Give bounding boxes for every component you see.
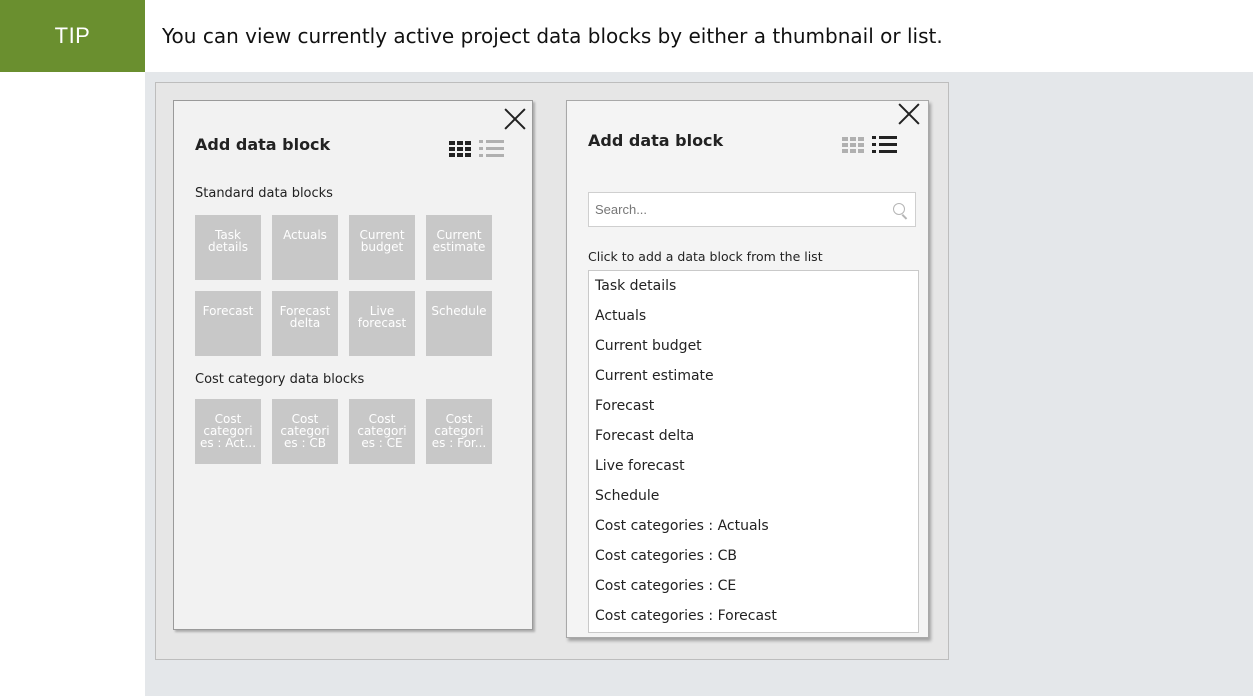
tile-label: Cost categori es : Act... [199,412,257,450]
close-icon[interactable] [898,103,920,125]
tile-label: Schedule [431,304,487,318]
data-block-tile[interactable]: Actuals [272,215,338,280]
add-data-block-thumbnail-panel [173,100,533,630]
list-item[interactable]: Forecast [589,396,918,426]
view-toggle [449,140,504,157]
list-item[interactable]: Cost categories : CE [589,576,918,606]
data-block-tile[interactable]: Forecast delta [272,291,338,356]
data-block-tile[interactable]: Cost categori es : Act... [195,399,261,464]
list-item[interactable]: Live forecast [589,456,918,486]
tile-label: Cost categori es : For... [431,412,487,450]
thumbnail-view-icon[interactable] [842,136,864,153]
view-toggle [842,136,897,153]
list-view-icon[interactable] [872,136,897,153]
list-item[interactable]: Cost categories : Forecast [589,606,918,636]
tile-label: Cost categori es : CB [280,412,330,450]
data-block-tile[interactable]: Current budget [349,215,415,280]
data-block-tile[interactable]: Current estimate [426,215,492,280]
search-input[interactable] [589,193,881,226]
list-item[interactable]: Current budget [589,336,918,366]
data-block-tile[interactable]: Live forecast [349,291,415,356]
search-box [588,192,916,227]
tip-badge: TIP [0,0,145,72]
data-block-tile[interactable]: Task details [195,215,261,280]
tile-label: Live forecast [357,304,407,330]
data-block-tile[interactable]: Cost categori es : CE [349,399,415,464]
cost-blocks-grid: Cost categori es : Act... Cost categori e… [195,399,492,464]
tile-label: Forecast delta [279,304,331,330]
tip-text: You can view currently active project da… [162,24,943,48]
tile-label: Cost categori es : CE [357,412,407,450]
list-item[interactable]: Forecast delta [589,426,918,456]
tile-label: Current estimate [432,228,486,254]
data-block-tile[interactable]: Schedule [426,291,492,356]
search-icon[interactable] [893,203,905,215]
list-item[interactable]: Cost categories : CB [589,546,918,576]
data-block-tile[interactable]: Cost categori es : For... [426,399,492,464]
thumbnail-view-icon[interactable] [449,140,471,157]
close-icon[interactable] [504,108,526,130]
data-block-list: Task details Actuals Current budget Current… [588,270,919,633]
tile-label: Actuals [283,228,327,242]
list-item[interactable]: Actuals [589,306,918,336]
list-item[interactable]: Schedule [589,486,918,516]
list-view-icon[interactable] [479,140,504,157]
tile-label: Current budget [359,228,405,254]
list-item[interactable]: Task details [589,276,918,306]
tile-label: Task details [208,228,248,254]
data-block-tile[interactable]: Forecast [195,291,261,356]
tile-label: Forecast [202,304,254,318]
cost-blocks-label: Cost category data blocks [195,372,365,387]
panel-divider [174,629,532,630]
list-item[interactable]: Current estimate [589,366,918,396]
panel-title: Add data block [195,135,331,154]
panel-title: Add data block [588,131,724,150]
list-instructions: Click to add a data block from the list [588,249,823,264]
list-item[interactable]: Cost categories : Actuals [589,516,918,546]
standard-blocks-label: Standard data blocks [195,186,333,201]
data-block-tile[interactable]: Cost categori es : CB [272,399,338,464]
standard-blocks-grid: Task details Actuals Current budget Current… [195,215,492,356]
